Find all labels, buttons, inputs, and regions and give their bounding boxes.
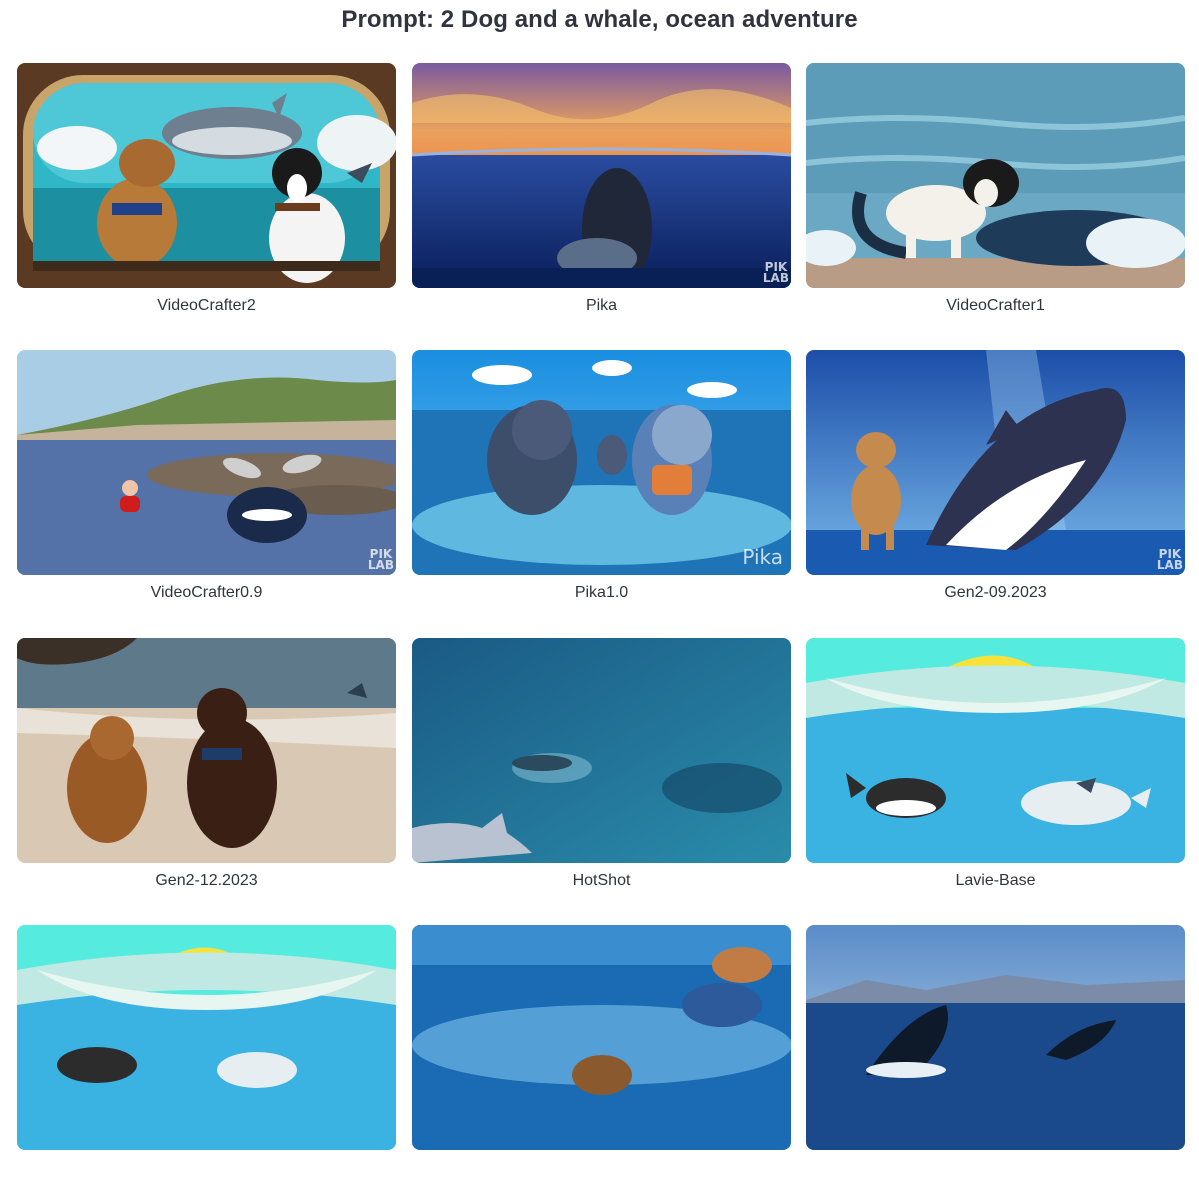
video-label — [17, 1159, 396, 1179]
video-label: VideoCrafter2 — [157, 297, 256, 314]
video-card[interactable]: VideoCrafter2 — [17, 63, 396, 317]
pika-labs-watermark: PIK LAB — [367, 547, 394, 572]
video-card[interactable]: PIK LAB VideoCrafter0.9 — [17, 350, 396, 604]
video-card[interactable]: Gen2-12.2023 — [17, 638, 396, 892]
video-label: Gen2-09.2023 — [944, 584, 1047, 601]
video-label: HotShot — [572, 872, 631, 889]
video-thumbnail[interactable] — [412, 638, 791, 863]
video-thumbnail[interactable]: Pika — [412, 350, 791, 575]
video-card[interactable]: Lavie-Base — [806, 638, 1185, 892]
video-thumbnail[interactable] — [17, 63, 396, 288]
video-label: Pika1.0 — [574, 584, 629, 601]
video-label — [806, 1159, 1185, 1179]
video-label: Pika — [585, 297, 618, 314]
video-thumbnail[interactable] — [806, 925, 1185, 1150]
page-title: Prompt: 2 Dog and a whale, ocean adventu… — [341, 6, 858, 33]
video-thumbnail[interactable] — [17, 638, 396, 863]
video-card[interactable] — [806, 925, 1185, 1179]
video-thumbnail[interactable]: PIK LAB — [17, 350, 396, 575]
video-label: VideoCrafter1 — [946, 297, 1045, 314]
video-thumbnail[interactable] — [806, 638, 1185, 863]
video-card[interactable]: HotShot — [412, 638, 791, 892]
video-thumbnail[interactable] — [17, 925, 396, 1150]
video-label: Lavie-Base — [955, 872, 1036, 889]
video-label — [412, 1159, 791, 1179]
video-label: VideoCrafter0.9 — [150, 584, 263, 601]
video-card[interactable]: PIK LAB Pika — [412, 63, 791, 317]
video-label: Gen2-12.2023 — [155, 872, 258, 889]
video-card[interactable]: VideoCrafter1 — [806, 63, 1185, 317]
pika-watermark: Pika — [742, 545, 783, 569]
video-card[interactable] — [17, 925, 396, 1179]
video-card[interactable] — [412, 925, 791, 1179]
video-card[interactable]: PIK LAB Gen2-09.2023 — [806, 350, 1185, 604]
pika-labs-watermark: PIK LAB — [1156, 547, 1183, 572]
video-card[interactable]: Pika Pika1.0 — [412, 350, 791, 604]
pika-labs-watermark: PIK LAB — [762, 260, 789, 285]
video-thumbnail[interactable] — [412, 925, 791, 1150]
video-thumbnail[interactable] — [806, 63, 1185, 288]
video-thumbnail[interactable]: PIK LAB — [412, 63, 791, 288]
video-thumbnail[interactable]: PIK LAB — [806, 350, 1185, 575]
